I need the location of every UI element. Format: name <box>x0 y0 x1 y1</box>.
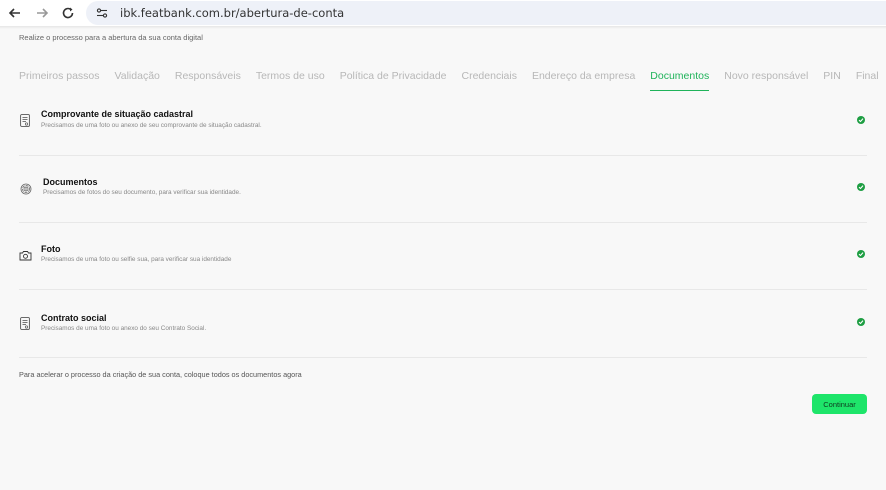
site-settings-button[interactable] <box>92 3 112 23</box>
document-title: Documentos <box>43 177 98 187</box>
tab-novo-responsavel[interactable]: Novo responsável <box>724 70 808 91</box>
tab-endereco-da-empresa[interactable]: Endereço da empresa <box>532 70 635 91</box>
tab-politica-de-privacidade[interactable]: Política de Privacidade <box>340 70 447 91</box>
browser-toolbar: ibk.featbank.com.br/abertura-de-conta <box>0 0 886 26</box>
fingerprint-icon <box>20 182 32 195</box>
url-text[interactable]: ibk.featbank.com.br/abertura-de-conta <box>120 6 344 20</box>
check-icon <box>857 318 865 326</box>
tab-pin[interactable]: PIN <box>823 70 841 91</box>
reload-button[interactable] <box>58 3 78 23</box>
document-row-comprovante[interactable]: Comprovante de situação cadastral Precis… <box>19 89 867 156</box>
site-settings-icon <box>96 8 108 18</box>
back-button[interactable] <box>5 3 25 23</box>
document-icon <box>19 316 31 330</box>
tab-primeiros-passos[interactable]: Primeiros passos <box>19 70 100 91</box>
continue-button[interactable]: Continuar <box>812 394 867 414</box>
tab-termos-de-uso[interactable]: Termos de uso <box>256 70 325 91</box>
footer-note: Para acelerar o processo da criação de s… <box>19 370 302 379</box>
document-description: Precisamos de uma foto ou anexo do seu C… <box>41 325 207 332</box>
document-description: Precisamos de uma foto ou selfie sua, pa… <box>41 256 232 263</box>
address-bar[interactable]: ibk.featbank.com.br/abertura-de-conta <box>86 1 886 25</box>
tab-final[interactable]: Final <box>856 70 879 91</box>
tab-credenciais[interactable]: Credenciais <box>462 70 517 91</box>
document-description: Precisamos de fotos do seu documento, pa… <box>43 189 241 196</box>
page-subtitle: Realize o processo para a abertura da su… <box>19 33 203 42</box>
toolbar-divider <box>0 26 886 29</box>
document-title: Comprovante de situação cadastral <box>41 109 194 119</box>
tab-responsaveis[interactable]: Responsáveis <box>175 70 241 91</box>
document-icon <box>19 113 31 127</box>
arrow-right-icon <box>37 8 49 18</box>
document-row-documentos[interactable]: Documentos Precisamos de fotos do seu do… <box>19 156 867 223</box>
document-row-foto[interactable]: Foto Precisamos de uma foto ou selfie su… <box>19 223 867 290</box>
document-title: Foto <box>41 244 61 254</box>
forward-button[interactable] <box>32 3 52 23</box>
arrow-left-icon <box>8 8 20 18</box>
document-row-contrato-social[interactable]: Contrato social Precisamos de uma foto o… <box>19 291 867 358</box>
check-icon <box>857 250 865 258</box>
tab-documentos[interactable]: Documentos <box>650 70 710 91</box>
tab-validacao[interactable]: Validação <box>115 70 160 91</box>
reload-icon <box>62 7 74 19</box>
check-icon <box>857 183 865 191</box>
step-tabs: Primeiros passos Validação Responsáveis … <box>19 70 886 91</box>
camera-icon <box>19 250 32 261</box>
document-title: Contrato social <box>41 313 107 323</box>
document-description: Precisamos de uma foto ou anexo de seu c… <box>41 122 262 129</box>
check-icon <box>857 116 865 124</box>
